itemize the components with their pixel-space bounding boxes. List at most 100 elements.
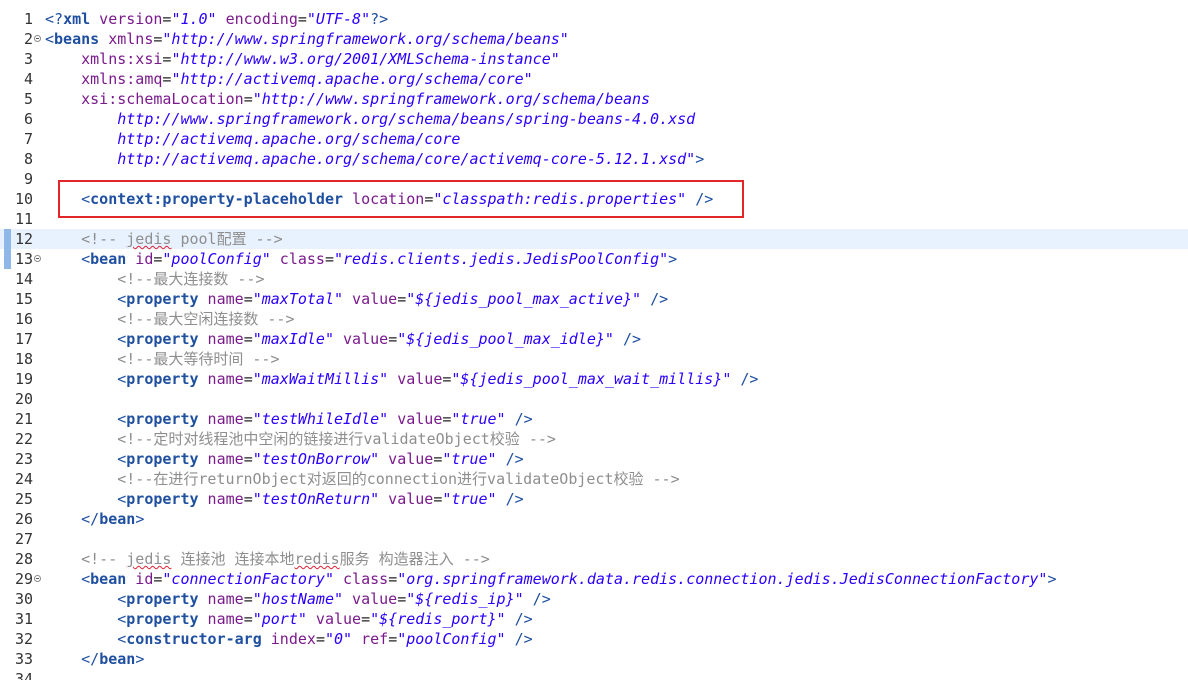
code-token: </ bbox=[45, 510, 100, 528]
code-token: "port" bbox=[252, 610, 307, 628]
code-line[interactable]: 24 <!--在进行returnObject对返回的connection进行va… bbox=[0, 469, 1188, 489]
code-text[interactable]: <!--定时对线程池中空闲的链接进行validateObject校验 --> bbox=[45, 429, 556, 449]
code-token: /> bbox=[505, 610, 533, 628]
code-token: "maxWaitMillis" bbox=[252, 370, 389, 388]
code-token: version bbox=[90, 10, 163, 28]
code-text[interactable]: </bean> bbox=[45, 649, 144, 669]
code-text[interactable]: <!-- jedis pool配置 --> bbox=[45, 229, 283, 249]
code-line[interactable]: 19 <property name="maxWaitMillis" value=… bbox=[0, 369, 1188, 389]
code-text[interactable]: <property name="maxTotal" value="${jedis… bbox=[45, 289, 668, 309]
annotation-highlight-box bbox=[58, 180, 744, 218]
code-text[interactable]: <property name="hostName" value="${redis… bbox=[45, 589, 551, 609]
code-line[interactable]: 33 </bean> bbox=[0, 649, 1188, 669]
code-line[interactable]: 12 <!-- jedis pool配置 --> bbox=[0, 229, 1188, 249]
code-lines[interactable]: 1 <?xml version="1.0" encoding="UTF-8"?> 2… bbox=[0, 9, 1188, 680]
code-token: encoding bbox=[216, 10, 298, 28]
fold-toggle-icon[interactable] bbox=[34, 575, 41, 582]
code-line[interactable]: 17 <property name="maxIdle" value="${jed… bbox=[0, 329, 1188, 349]
code-text[interactable]: xmlns:amq="http://activemq.apache.org/sc… bbox=[45, 69, 533, 89]
code-token: = bbox=[388, 630, 398, 648]
code-line[interactable]: 32 <constructor-arg index="0" ref="poolC… bbox=[0, 629, 1188, 649]
code-text[interactable]: <!--最大连接数 --> bbox=[45, 269, 264, 289]
code-line[interactable]: 30 <property name="hostName" value="${re… bbox=[0, 589, 1188, 609]
code-token: name bbox=[198, 490, 244, 508]
code-text[interactable]: <!--最大等待时间 --> bbox=[45, 349, 280, 369]
line-number: 28 bbox=[14, 550, 33, 568]
code-token: ?> bbox=[370, 10, 389, 28]
code-token: xmlns:xsi bbox=[45, 50, 163, 68]
code-line[interactable]: 16 <!--最大空闲连接数 --> bbox=[0, 309, 1188, 329]
code-line[interactable]: 18 <!--最大等待时间 --> bbox=[0, 349, 1188, 369]
code-text[interactable]: <property name="testWhileIdle" value="tr… bbox=[45, 409, 532, 429]
code-text[interactable]: http://activemq.apache.org/schema/core/a… bbox=[45, 149, 704, 169]
code-line[interactable]: 1 <?xml version="1.0" encoding="UTF-8"?> bbox=[0, 9, 1188, 29]
code-line[interactable]: 7 http://activemq.apache.org/schema/core bbox=[0, 129, 1188, 149]
fold-toggle-icon[interactable] bbox=[34, 255, 41, 262]
code-text[interactable]: http://www.springframework.org/schema/be… bbox=[45, 109, 695, 129]
code-text[interactable]: <bean id="connectionFactory" class="org.… bbox=[45, 569, 1056, 589]
code-token: name bbox=[198, 590, 244, 608]
code-line[interactable]: 13 <bean id="poolConfig" class="redis.cl… bbox=[0, 249, 1188, 269]
code-token: name bbox=[198, 610, 244, 628]
code-token: > bbox=[135, 650, 145, 668]
code-token: "true" bbox=[442, 450, 497, 468]
code-token: < bbox=[45, 250, 91, 268]
code-line[interactable]: 28 <!-- jedis 连接池 连接本地redis服务 构造器注入 --> bbox=[0, 549, 1188, 569]
line-number: 23 bbox=[14, 450, 33, 468]
code-token: "http://activemq.apache.org/schema/core" bbox=[171, 70, 533, 88]
code-text[interactable]: </bean> bbox=[45, 509, 144, 529]
code-line[interactable]: 5 xsi:schemaLocation="http://www.springf… bbox=[0, 89, 1188, 109]
code-text[interactable]: <property name="testOnBorrow" value="tru… bbox=[45, 449, 523, 469]
code-text[interactable]: <property name="port" value="${redis_por… bbox=[45, 609, 533, 629]
code-line[interactable]: 20 bbox=[0, 389, 1188, 409]
code-line[interactable]: 34 bbox=[0, 669, 1188, 680]
code-token: "UTF-8" bbox=[306, 10, 371, 28]
code-token: < bbox=[45, 610, 127, 628]
code-token: jedis bbox=[126, 550, 172, 568]
line-number: 3 bbox=[23, 50, 33, 68]
code-text[interactable]: <constructor-arg index="0" ref="poolConf… bbox=[45, 629, 532, 649]
code-line[interactable]: 3 xmlns:xsi="http://www.w3.org/2001/XMLS… bbox=[0, 49, 1188, 69]
code-text[interactable]: xsi:schemaLocation="http://www.springfra… bbox=[45, 89, 650, 109]
code-text[interactable]: <property name="maxWaitMillis" value="${… bbox=[45, 369, 758, 389]
code-token: "testOnReturn" bbox=[252, 490, 380, 508]
code-token: bean bbox=[99, 650, 136, 668]
code-line[interactable]: 26 </bean> bbox=[0, 509, 1188, 529]
code-line[interactable]: 25 <property name="testOnReturn" value="… bbox=[0, 489, 1188, 509]
code-text[interactable]: <property name="maxIdle" value="${jedis_… bbox=[45, 329, 641, 349]
code-line[interactable]: 6 http://www.springframework.org/schema/… bbox=[0, 109, 1188, 129]
code-text[interactable]: xmlns:xsi="http://www.w3.org/2001/XMLSch… bbox=[45, 49, 560, 69]
code-line[interactable]: 31 <property name="port" value="${redis_… bbox=[0, 609, 1188, 629]
code-line[interactable]: 21 <property name="testWhileIdle" value=… bbox=[0, 409, 1188, 429]
code-text[interactable]: <?xml version="1.0" encoding="UTF-8"?> bbox=[45, 9, 388, 29]
code-text[interactable]: <bean id="poolConfig" class="redis.clien… bbox=[45, 249, 677, 269]
code-line[interactable]: 23 <property name="testOnBorrow" value="… bbox=[0, 449, 1188, 469]
code-line[interactable]: 14 <!--最大连接数 --> bbox=[0, 269, 1188, 289]
code-token: <!--最大等待时间 --> bbox=[45, 350, 280, 368]
code-line[interactable]: 2 <beans xmlns="http://www.springframewor… bbox=[0, 29, 1188, 49]
line-number: 25 bbox=[14, 490, 33, 508]
code-line[interactable]: 29 <bean id="connectionFactory" class="o… bbox=[0, 569, 1188, 589]
code-line[interactable]: 8 http://activemq.apache.org/schema/core… bbox=[0, 149, 1188, 169]
line-number: 26 bbox=[14, 510, 33, 528]
code-line[interactable]: 15 <property name="maxTotal" value="${je… bbox=[0, 289, 1188, 309]
line-number: 18 bbox=[14, 350, 33, 368]
code-text[interactable]: <!--最大空闲连接数 --> bbox=[45, 309, 294, 329]
code-token: = bbox=[397, 290, 407, 308]
code-token: value bbox=[388, 410, 443, 428]
code-token: /> bbox=[641, 290, 669, 308]
code-token: > bbox=[1047, 570, 1057, 588]
code-text[interactable]: <!--在进行returnObject对返回的connection进行valid… bbox=[45, 469, 679, 489]
code-token: /> bbox=[613, 330, 642, 348]
code-line[interactable]: 22 <!--定时对线程池中空闲的链接进行validateObject校验 --… bbox=[0, 429, 1188, 449]
code-editor[interactable]: 1 <?xml version="1.0" encoding="UTF-8"?> 2… bbox=[0, 0, 1188, 680]
line-number: 4 bbox=[23, 70, 33, 88]
code-text[interactable]: <property name="testOnReturn" value="tru… bbox=[45, 489, 523, 509]
code-line[interactable]: 27 bbox=[0, 529, 1188, 549]
code-text[interactable]: <beans xmlns="http://www.springframework… bbox=[45, 29, 569, 49]
fold-toggle-icon[interactable] bbox=[34, 35, 41, 42]
code-text[interactable]: http://activemq.apache.org/schema/core bbox=[45, 129, 460, 149]
code-text[interactable]: <!-- jedis 连接池 连接本地redis服务 构造器注入 --> bbox=[45, 549, 490, 569]
code-line[interactable]: 4 xmlns:amq="http://activemq.apache.org/… bbox=[0, 69, 1188, 89]
code-token: = bbox=[324, 250, 334, 268]
